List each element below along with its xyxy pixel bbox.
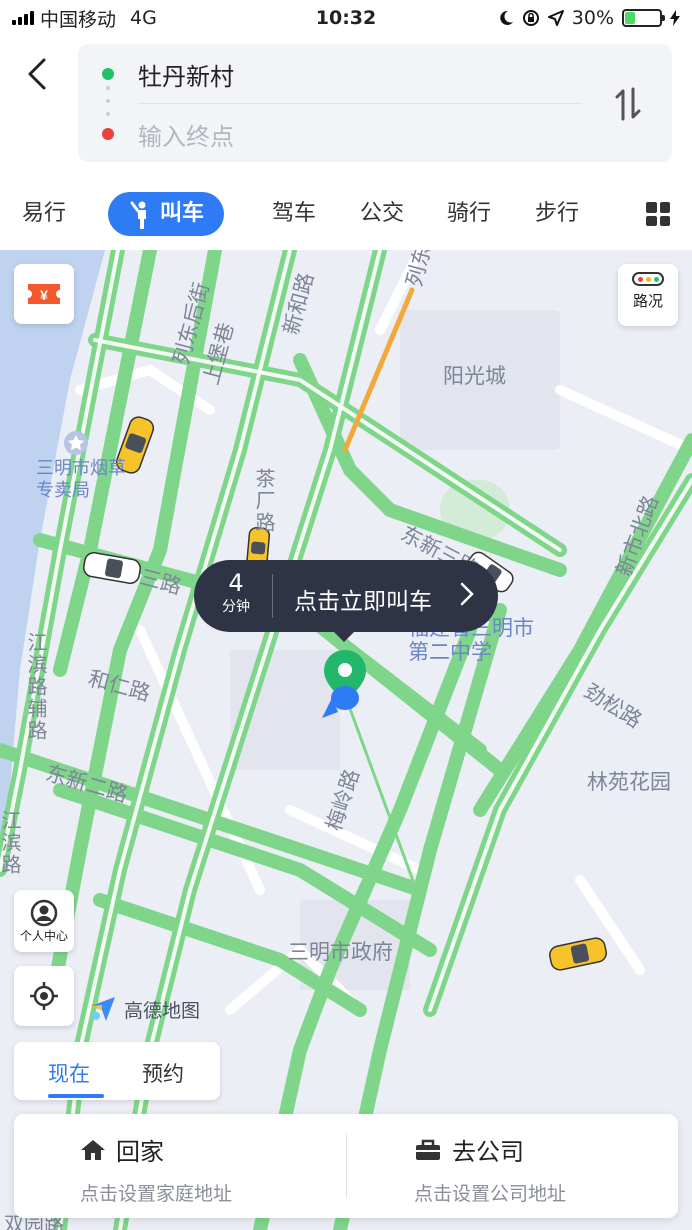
- quick-destinations: 回家 点击设置家庭地址 去公司 点击设置公司地址: [14, 1114, 678, 1218]
- briefcase-icon: [416, 1139, 440, 1160]
- swap-button[interactable]: [608, 84, 648, 124]
- tab-yixing[interactable]: 易行: [22, 192, 66, 236]
- battery-icon: [622, 9, 665, 27]
- home-subtitle: 点击设置家庭地址: [80, 1183, 233, 1205]
- eta-unit: 分钟: [222, 599, 250, 615]
- start-dot-icon: [102, 68, 114, 80]
- traffic-light-icon: [632, 272, 664, 286]
- traffic-label: 路况: [632, 292, 663, 310]
- home-icon: [81, 1139, 105, 1160]
- svg-text:¥: ¥: [40, 287, 48, 303]
- amap-logo-icon: [91, 997, 115, 1021]
- chevron-right-icon: [460, 582, 474, 606]
- tab-gongjiao[interactable]: 公交: [360, 192, 404, 236]
- street-label: 江滨路辅路: [24, 632, 48, 742]
- eta-minutes: 4: [228, 569, 244, 597]
- route-header: 牡丹新村 输入终点 易行 叫车 驾车 公交 骑行 步行: [0, 36, 692, 250]
- taxi-car-icon: [549, 937, 607, 971]
- active-indicator: [48, 1094, 104, 1098]
- work-shortcut[interactable]: 去公司 点击设置公司地址: [414, 1132, 692, 1206]
- poi-label: 阳光城: [443, 364, 506, 388]
- crosshair-icon: [30, 982, 58, 1010]
- call-now-bubble[interactable]: 4 分钟 点击立即叫车: [194, 560, 498, 642]
- route-input-box: 牡丹新村 输入终点: [78, 44, 672, 162]
- bubble-divider: [272, 574, 273, 618]
- end-dot-icon: [102, 128, 114, 140]
- map-view[interactable]: 列东后街 上堡巷 新和路 列东街 阳光城 三明市烟草专卖局 茶厂路 东新三路 新…: [0, 250, 692, 1230]
- tab-jiaoche[interactable]: 叫车: [108, 192, 225, 236]
- ticket-icon: ¥: [28, 284, 60, 304]
- amap-brand-label: 高德地图: [124, 999, 201, 1022]
- traffic-toggle[interactable]: 路况: [618, 264, 678, 326]
- battery-percent: 30%: [571, 7, 614, 29]
- tab-qixing[interactable]: 骑行: [447, 192, 491, 236]
- moon-icon: [500, 10, 513, 25]
- start-field[interactable]: 牡丹新村: [78, 46, 598, 102]
- poi-star-icon: [64, 431, 88, 455]
- poi-label: 三明市烟草专卖局: [36, 458, 126, 501]
- work-title: 去公司: [452, 1138, 524, 1166]
- user-center-label: 个人中心: [19, 928, 68, 943]
- route-divider: [138, 103, 582, 104]
- coupon-button[interactable]: ¥: [14, 264, 74, 324]
- rotation-lock-icon: [522, 10, 539, 26]
- home-title: 回家: [116, 1138, 164, 1166]
- user-center-button[interactable]: 个人中心: [14, 890, 74, 952]
- tab-buxing[interactable]: 步行: [535, 192, 579, 236]
- back-button[interactable]: [22, 54, 52, 94]
- tab-jiache[interactable]: 驾车: [272, 192, 316, 236]
- user-icon: [30, 899, 58, 926]
- call-now-label: 点击立即叫车: [294, 589, 432, 615]
- time-mode-switch: 现在 预约: [14, 1042, 220, 1100]
- mode-tabs: 易行 叫车 驾车 公交 骑行 步行: [0, 186, 692, 240]
- street-label: 江滨路: [0, 810, 22, 876]
- status-bar: 中国移动 4G 10:32 30%: [0, 0, 692, 36]
- work-subtitle: 点击设置公司地址: [414, 1183, 567, 1205]
- chevron-left-icon: [28, 58, 46, 90]
- reserve-option[interactable]: 预约: [142, 1058, 184, 1088]
- now-option[interactable]: 现在: [48, 1058, 90, 1088]
- hail-person-icon: [130, 201, 146, 229]
- locate-button[interactable]: [14, 966, 74, 1026]
- status-right: 30%: [498, 7, 680, 29]
- tab-jiaoche-label: 叫车: [160, 201, 205, 226]
- location-arrow-icon: [547, 10, 564, 26]
- poi-label: 三明市政府: [288, 940, 393, 964]
- street-label: 茶厂路: [252, 468, 276, 534]
- pickup-pin-icon: [322, 650, 366, 718]
- home-shortcut[interactable]: 回家 点击设置家庭地址: [80, 1132, 380, 1206]
- start-value: 牡丹新村: [138, 62, 234, 91]
- end-placeholder: 输入终点: [138, 122, 234, 151]
- poi-label: 林苑花园: [587, 770, 671, 794]
- quick-divider: [346, 1134, 347, 1198]
- more-modes-icon[interactable]: [646, 202, 670, 226]
- end-field[interactable]: 输入终点: [78, 106, 598, 162]
- amap-brand: 高德地图: [88, 994, 200, 1024]
- eta: 4 分钟: [214, 570, 258, 616]
- charging-icon: [670, 10, 680, 26]
- private-car-icon: [83, 551, 141, 585]
- swap-icon: [615, 87, 641, 121]
